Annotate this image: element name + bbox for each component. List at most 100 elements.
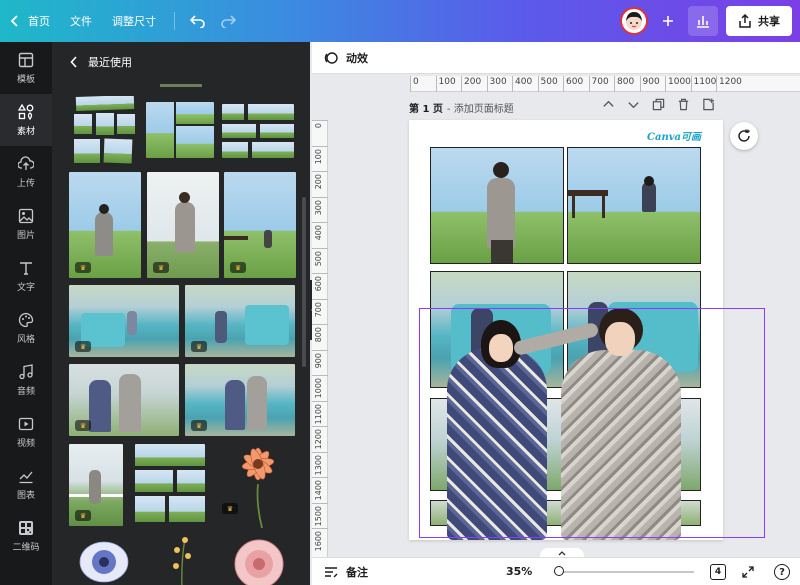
flower-illustration	[173, 537, 191, 585]
redo-button[interactable]	[213, 6, 243, 36]
recent-item-flower-pink[interactable]	[222, 532, 296, 585]
zoom-slider-knob[interactable]	[554, 566, 564, 576]
page-tools	[602, 98, 715, 111]
recent-item-flower-orange[interactable]: ♛	[222, 444, 296, 528]
recent-item-flower-yellow[interactable]	[157, 532, 207, 585]
rail-label: 二维码	[12, 542, 40, 553]
text-icon	[20, 261, 32, 275]
rail-item-audio[interactable]: 音频	[0, 354, 52, 406]
topbar-right: 共享	[620, 6, 792, 36]
ruler-tick-label: 400	[312, 222, 328, 247]
animate-toolbar: 动效	[312, 42, 800, 74]
ruler-tick-label: 1100	[312, 400, 328, 426]
zoom-value[interactable]: 35%	[506, 565, 532, 578]
resize-menu[interactable]: 调整尺寸	[102, 0, 166, 42]
rail-item-templates[interactable]: 模板	[0, 42, 52, 94]
add-page-icon[interactable]	[702, 98, 715, 111]
file-menu[interactable]: 文件	[60, 0, 102, 42]
share-upload-icon	[739, 14, 751, 28]
recent-item-photo-boy-hand[interactable]: ♛	[147, 172, 219, 278]
premium-crown-icon: ♛	[75, 341, 91, 352]
recent-item-photo-boy-sky[interactable]: ♛	[69, 172, 141, 278]
notes-button[interactable]: 备注	[312, 564, 492, 580]
frame-photo-2[interactable]	[567, 147, 701, 264]
rail-item-qrcode[interactable]: 二维码	[0, 510, 52, 562]
canva-logo: Canva可画	[647, 132, 701, 143]
recent-item-frame-collage-1[interactable]	[74, 96, 136, 164]
recent-item-frame-collage-2[interactable]	[146, 102, 214, 158]
bottom-bar: 备注 35% 4 ?	[312, 557, 800, 585]
back-chevron-icon[interactable]	[70, 56, 78, 68]
trash-icon[interactable]	[677, 98, 690, 111]
rail-label: 风格	[16, 334, 35, 345]
ruler-tick-label: 1500	[312, 502, 328, 528]
ruler-tick-label: 100	[312, 145, 328, 171]
recent-item-photo-couple-2[interactable]: ♛	[185, 364, 295, 436]
ruler-tick-label: 800	[312, 324, 328, 349]
refresh-plus-icon	[738, 129, 750, 142]
recent-item-frame-collage-4[interactable]	[135, 444, 205, 524]
ruler-tick-label: 300	[486, 76, 507, 92]
panel-title: 最近使用	[88, 56, 132, 69]
home-button[interactable]: 首页	[0, 0, 60, 42]
zoom-slider[interactable]	[554, 571, 694, 573]
recent-item-flower-blue[interactable]	[69, 532, 139, 585]
ruler-tick-label: 200	[312, 171, 328, 196]
page-title-input[interactable]: - 添加页面标题	[447, 100, 514, 115]
frame-photo-1[interactable]	[430, 147, 564, 264]
rail-label: 素材	[16, 126, 35, 137]
help-button[interactable]: ?	[774, 564, 790, 580]
selection-box[interactable]	[419, 308, 765, 538]
rail-item-charts[interactable]: 图表	[0, 458, 52, 510]
rail-item-video[interactable]: 视频	[0, 406, 52, 458]
ruler-tick-label: 1000	[312, 375, 328, 400]
premium-crown-icon: ♛	[75, 510, 91, 521]
insights-button[interactable]	[688, 6, 718, 36]
rail-label: 音频	[16, 386, 35, 397]
ruler-tick-label: 1200	[312, 426, 328, 451]
animate-button[interactable]: 动效	[346, 50, 368, 66]
page-count-button[interactable]: 4	[710, 564, 726, 580]
recent-item-photo-fence[interactable]: ♛	[69, 444, 123, 526]
rail-item-upload[interactable]: 上传	[0, 146, 52, 198]
recent-item-photo-girl-bench[interactable]: ♛	[224, 172, 296, 278]
ruler-tick-label: 500	[312, 247, 328, 273]
share-button[interactable]: 共享	[726, 6, 792, 36]
recent-item-photo-couple-1[interactable]: ♛	[69, 364, 179, 436]
recent-item-frame-collage-3[interactable]	[222, 104, 294, 158]
ruler-tick-label: 800	[614, 76, 634, 92]
undo-button[interactable]	[183, 6, 213, 36]
rail-item-photos[interactable]: 图片	[0, 198, 52, 250]
rail-item-text[interactable]: 文字	[0, 250, 52, 302]
horizontal-ruler: 0 100 200 300 400 500 600 700 800 900 1000 1100 1200	[410, 76, 800, 92]
recent-item-photo-van-1[interactable]: ♛	[69, 285, 179, 357]
panel-scrollbar[interactable]	[302, 197, 306, 367]
rail-item-styles[interactable]: 风格	[0, 302, 52, 354]
canva-editor: 首页 文件 调整尺寸 共享 模板 素材 上传 图片 文字 风格 音频 视频 图表…	[0, 0, 800, 585]
ruler-tick-label: 600	[312, 273, 328, 298]
ruler-tick-label: 900	[639, 76, 660, 92]
side-rail: 模板 素材 上传 图片 文字 风格 音频 视频 图表 二维码	[0, 42, 52, 585]
ruler-tick-label: 500	[537, 76, 558, 92]
invite-button[interactable]	[656, 9, 680, 33]
chevron-up-icon[interactable]	[602, 98, 615, 111]
layout-icon	[18, 52, 34, 67]
ruler-tick-label: 600	[563, 76, 583, 92]
duplicate-page-icon[interactable]	[652, 98, 665, 111]
rail-item-elements[interactable]: 素材	[0, 94, 52, 146]
refresh-suggestion-button[interactable]	[730, 122, 758, 150]
help-label: ?	[779, 566, 785, 578]
chevron-down-icon[interactable]	[627, 98, 640, 111]
bar-chart-icon	[697, 16, 709, 28]
recent-item-photo-van-2[interactable]: ♛	[185, 285, 295, 357]
expand-icon	[742, 566, 754, 578]
top-bar: 首页 文件 调整尺寸 共享	[0, 0, 800, 42]
ruler-tick-label: 1600	[312, 528, 328, 553]
ruler-tick-label: 300	[312, 196, 328, 222]
panel-header: 最近使用	[52, 42, 310, 82]
fullscreen-button[interactable]	[740, 564, 756, 580]
ruler-tick-label: 1100	[690, 76, 716, 92]
animate-icon	[324, 51, 338, 64]
avatar[interactable]	[620, 7, 648, 35]
elements-panel: 最近使用 ♛ ♛ ♛ ♛ ♛ ♛ ♛ ♛ ♛	[52, 42, 310, 585]
